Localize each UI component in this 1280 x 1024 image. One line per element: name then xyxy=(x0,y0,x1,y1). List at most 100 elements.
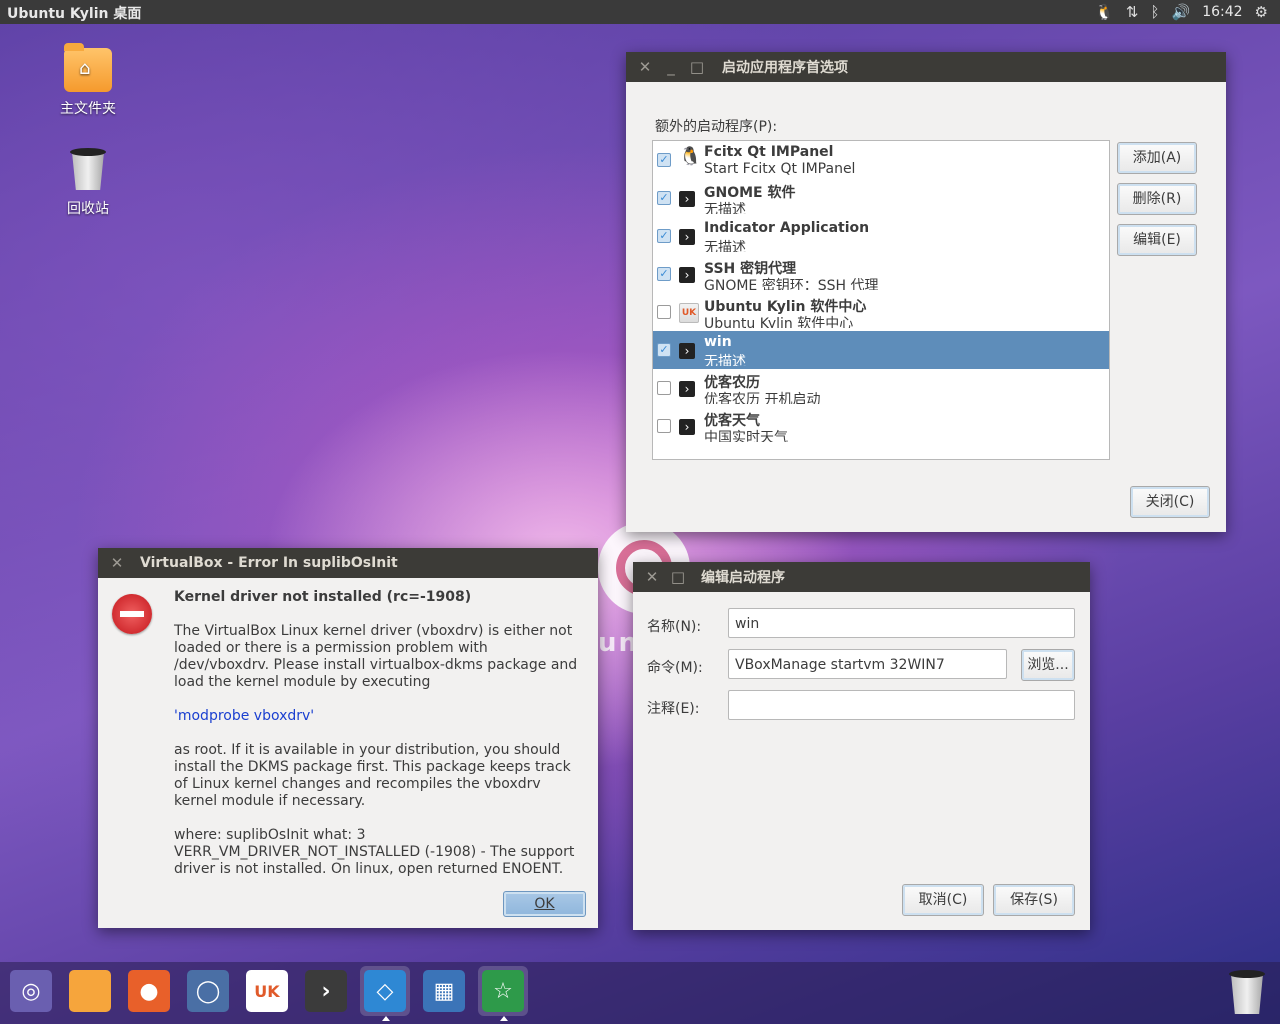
launcher-firefox[interactable]: ● xyxy=(124,966,174,1016)
firefox-icon: ● xyxy=(128,970,170,1012)
enable-checkbox[interactable] xyxy=(657,419,671,433)
save-button[interactable]: 保存(S) xyxy=(993,884,1075,916)
error-paragraph-2: as root. If it is available in your dist… xyxy=(174,742,571,809)
enable-checkbox[interactable]: ✓ xyxy=(657,267,671,281)
running-indicator xyxy=(382,1016,390,1021)
enable-checkbox[interactable]: ✓ xyxy=(657,343,671,357)
virtualbox-error-dialog: ✕ VirtualBox - Error In suplibOsInit Ker… xyxy=(98,548,598,928)
network-icon[interactable]: ⇅ xyxy=(1126,0,1139,24)
startup-item-desc: 中国实时天气 xyxy=(704,430,788,442)
startup-item-name: win xyxy=(704,334,732,350)
launcher-startup-apps[interactable]: ◇ xyxy=(360,966,410,1021)
startup-item-desc: 无描述 xyxy=(704,354,746,366)
add-button[interactable]: 添加(A) xyxy=(1117,142,1197,174)
chromium-icon: ◯ xyxy=(187,970,229,1012)
enable-checkbox[interactable]: ✓ xyxy=(657,191,671,205)
qq-penguin-icon[interactable]: 🐧 xyxy=(1095,0,1114,24)
terminal-icon: › xyxy=(679,267,695,283)
home-folder-label: 主文件夹 xyxy=(60,101,116,117)
terminal-icon: › xyxy=(679,191,695,207)
close-icon[interactable]: ✕ xyxy=(632,58,658,76)
command-field[interactable]: VBoxManage startvm 32WIN7 xyxy=(728,649,1007,679)
command-label: 命令(M): xyxy=(647,660,703,676)
startup-list-item[interactable]: UK Ubuntu Kylin 软件中心 Ubuntu Kylin 软件中心 xyxy=(653,293,1109,331)
startup-list-item[interactable]: ✓ › GNOME 软件 无描述 xyxy=(653,179,1109,217)
clock[interactable]: 16:42 xyxy=(1202,4,1242,20)
trash-label: 回收站 xyxy=(67,201,109,217)
desktop-home-folder[interactable]: ⌂ 主文件夹 xyxy=(43,43,133,118)
terminal-icon: › xyxy=(679,419,695,435)
ubuntu-dash-icon: ◎ xyxy=(10,970,52,1012)
trash-icon xyxy=(70,148,106,190)
startup-list-item[interactable]: › 优客天气 中国实时天气 xyxy=(653,407,1109,445)
bluetooth-icon[interactable]: ᛒ xyxy=(1150,0,1159,24)
launcher-workspace-switcher[interactable]: ▦ xyxy=(419,966,469,1016)
startup-item-desc: GNOME 密钥环：SSH 代理 xyxy=(704,278,879,290)
home-folder-icon: ⌂ xyxy=(64,43,112,92)
startup-list-item[interactable]: ✓ › Indicator Application 无描述 xyxy=(653,217,1109,255)
edit-button[interactable]: 编辑(E) xyxy=(1117,224,1197,256)
browse-button[interactable]: 浏览... xyxy=(1021,649,1075,681)
gear-icon[interactable]: ⚙ xyxy=(1255,0,1268,24)
startup-prefs-titlebar: ✕ _ □ 启动应用程序首选项 xyxy=(626,52,1226,82)
startup-list-item[interactable]: › 优客农历 优客农历 开机启动 xyxy=(653,369,1109,407)
uk-software-center-icon: UK xyxy=(679,303,699,323)
launcher-uk-software-center[interactable]: UK xyxy=(242,966,292,1016)
name-field[interactable]: win xyxy=(728,608,1075,638)
maximize-icon[interactable]: □ xyxy=(665,568,691,586)
uk-software-center-icon: UK xyxy=(246,970,288,1012)
terminal-icon: › xyxy=(679,343,695,359)
startup-prefs-window: ✕ _ □ 启动应用程序首选项 额外的启动程序(P): ✓ 🐧 Fcitx Qt I… xyxy=(626,52,1226,532)
error-command: 'modprobe vboxdrv' xyxy=(174,708,315,724)
comment-label: 注释(E): xyxy=(647,701,700,717)
startup-list-item[interactable]: ✓ › SSH 密钥代理 GNOME 密钥环：SSH 代理 xyxy=(653,255,1109,293)
launcher-chromium[interactable]: ◯ xyxy=(183,966,233,1016)
ok-button[interactable]: OK xyxy=(503,891,586,917)
close-button[interactable]: 关闭(C) xyxy=(1130,486,1210,518)
penguin-icon: 🐧 xyxy=(679,146,702,167)
enable-checkbox[interactable] xyxy=(657,381,671,395)
edit-startup-dialog: ✕ □ 编辑启动程序 名称(N): win 命令(M): VBoxManage … xyxy=(633,562,1090,930)
cancel-button[interactable]: 取消(C) xyxy=(902,884,984,916)
minimize-icon[interactable]: _ xyxy=(658,58,684,76)
close-icon[interactable]: ✕ xyxy=(639,568,665,586)
launcher-bar: ◎ ● ◯ UK › ◇ ▦ ☆ xyxy=(0,962,1280,1024)
enable-checkbox[interactable]: ✓ xyxy=(657,153,671,167)
error-titlebar: ✕ VirtualBox - Error In suplibOsInit xyxy=(98,548,598,578)
startup-list-label: 额外的启动程序(P): xyxy=(655,119,778,135)
remove-button[interactable]: 删除(R) xyxy=(1117,183,1197,215)
name-label: 名称(N): xyxy=(647,619,702,635)
desktop-title: Ubuntu Kylin 桌面 xyxy=(7,6,142,22)
error-paragraph-1: The VirtualBox Linux kernel driver (vbox… xyxy=(174,623,578,690)
top-panel: Ubuntu Kylin 桌面 🐧 ⇅ ᛒ 🔊 16:42 ⚙ xyxy=(0,0,1280,24)
startup-list[interactable]: ✓ 🐧 Fcitx Qt IMPanel Start Fcitx Qt IMPanel… xyxy=(652,140,1110,460)
favorites-icon: ☆ xyxy=(482,970,524,1012)
launcher-ubuntu-dash[interactable]: ◎ xyxy=(6,966,56,1016)
startup-list-item[interactable]: ✓ › win 无描述 xyxy=(653,331,1109,369)
launcher-favorites[interactable]: ☆ xyxy=(478,966,528,1021)
error-heading: Kernel driver not installed (rc=-1908) xyxy=(174,589,472,605)
terminal-icon: › xyxy=(679,229,695,245)
launcher-trash-icon[interactable] xyxy=(1228,970,1266,1014)
launcher-files[interactable] xyxy=(65,966,115,1016)
comment-field[interactable] xyxy=(728,690,1075,720)
startup-item-desc: 无描述 xyxy=(704,240,746,252)
startup-item-desc: Ubuntu Kylin 软件中心 xyxy=(704,316,854,328)
enable-checkbox[interactable]: ✓ xyxy=(657,229,671,243)
maximize-icon[interactable]: □ xyxy=(684,58,710,76)
running-indicator xyxy=(500,1016,508,1021)
error-stop-icon xyxy=(112,594,152,634)
startup-prefs-title: 启动应用程序首选项 xyxy=(722,60,848,76)
launcher-terminal[interactable]: › xyxy=(301,966,351,1016)
terminal-icon: › xyxy=(679,381,695,397)
workspace-switcher-icon: ▦ xyxy=(423,970,465,1012)
startup-list-item[interactable]: ✓ 🐧 Fcitx Qt IMPanel Start Fcitx Qt IMPanel xyxy=(653,141,1109,179)
startup-item-desc: Start Fcitx Qt IMPanel xyxy=(704,161,856,176)
startup-item-desc: 优客农历 开机启动 xyxy=(704,392,821,404)
enable-checkbox[interactable] xyxy=(657,305,671,319)
volume-icon[interactable]: 🔊 xyxy=(1172,0,1191,24)
startup-item-desc: 无描述 xyxy=(704,202,746,214)
close-icon[interactable]: ✕ xyxy=(104,554,130,572)
desktop-trash[interactable]: 回收站 xyxy=(43,148,133,218)
startup-item-name: Fcitx Qt IMPanel xyxy=(704,144,834,160)
